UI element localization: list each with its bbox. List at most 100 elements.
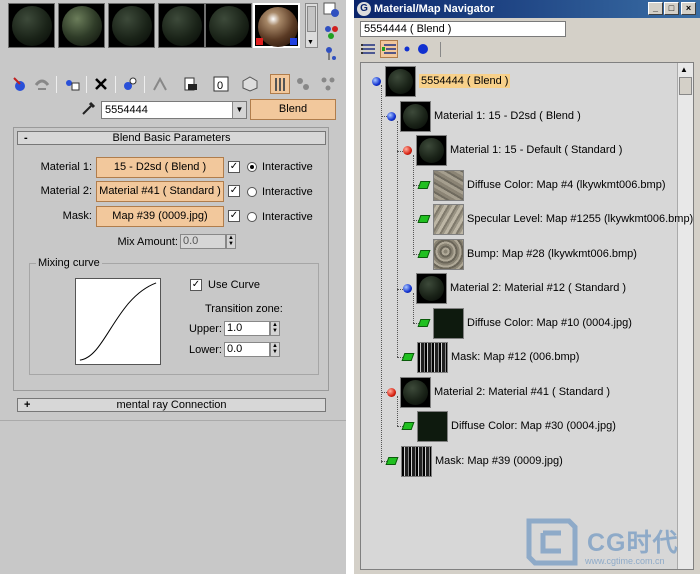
watermark-brand: CG时代 [587,529,679,557]
mixing-curve-group [29,263,319,375]
material2-enable-checkbox[interactable]: ✓ [228,185,240,197]
maximize-button[interactable]: □ [664,2,679,15]
map-icon [385,457,399,465]
sample-type-icon[interactable] [323,2,341,18]
view-large-icons-icon[interactable] [416,42,430,56]
tree-scrollbar[interactable]: ▲ [677,63,693,569]
texture-thumbnail [417,341,448,373]
material-thumbnail [416,272,447,304]
go-forward-to-sibling-icon[interactable] [293,74,313,94]
tree-node-material2-mat41[interactable]: Material 2: Material #41 ( Standard ) [387,376,610,408]
tree-node-specular-map1255[interactable]: Specular Level: Map #1255 (lkywkmt006.bm… [417,203,694,235]
material2-label: Material 2: [40,185,92,197]
sample-slots-scrollbar[interactable]: ▼ [305,3,318,48]
tree-node-mask-map39[interactable]: Mask: Map #39 (0009.jpg) [385,445,563,477]
texture-thumbnail [433,307,464,339]
show-map-in-viewport-icon[interactable]: 0 [211,74,231,94]
eyedropper-icon[interactable] [80,99,98,117]
backlight-icon[interactable] [323,24,341,40]
navigator-app-icon: G [357,2,371,16]
material2-interactive-radio[interactable] [247,187,257,197]
material-bullet-icon [372,76,381,86]
view-list-icon[interactable] [360,42,378,58]
minimize-button[interactable]: _ [648,2,663,15]
expand-sign: + [24,399,31,411]
get-material-icon[interactable] [10,74,30,94]
background-icon[interactable] [323,46,341,62]
put-to-library-icon[interactable] [150,74,170,94]
pick-from-object-icon[interactable] [318,74,338,94]
tree-node-diffuse-map30[interactable]: Diffuse Color: Map #30 (0004.jpg) [401,410,616,442]
lower-field[interactable]: 0.0 [224,342,270,357]
sample-slot-5[interactable] [205,3,252,48]
material1-label: Material 1: [40,161,92,173]
tree-node-label: Mask: Map #12 (006.bmp) [451,351,580,363]
chevron-down-icon[interactable]: ▼ [232,102,246,118]
use-curve-label: Use Curve [208,279,260,291]
texture-thumbnail [433,238,464,270]
tree-node-root[interactable]: 5554444 ( Blend ) [372,65,511,97]
mask-label: Mask: [62,210,92,222]
material-map-navigator: G Material/Map Navigator _ □ × 5554444 (… [354,0,700,574]
close-button[interactable]: × [681,2,696,15]
mix-amount-field[interactable]: 0.0 [180,234,226,249]
navigator-name-field[interactable]: 5554444 ( Blend ) [360,21,566,37]
tree-node-material1[interactable]: Material 1: 15 - D2sd ( Blend ) [387,100,581,132]
interactive-label-3: Interactive [262,211,313,223]
upper-label: Upper: [188,323,222,335]
sample-slot-6-selected[interactable] [253,3,300,48]
view-list-icons-icon[interactable] [380,40,398,58]
tree-node-label: Material 1: 15 - D2sd ( Blend ) [434,110,581,122]
texture-thumbnail [417,410,448,442]
upper-field[interactable]: 1.0 [224,321,270,336]
go-to-parent-icon[interactable] [270,74,290,94]
lower-spinner[interactable]: ▲ ▼ [270,342,280,357]
texture-thumbnail [433,203,464,235]
material-name-combo[interactable]: 5554444 ▼ [101,101,247,119]
put-to-scene-icon[interactable] [32,74,52,94]
tree-node-bump-map28[interactable]: Bump: Map #28 (lkywkmt006.bmp) [417,238,637,270]
map-icon [417,319,431,327]
make-copy-icon[interactable] [62,74,82,94]
material-effects-channel-icon[interactable] [181,74,201,94]
material1-button[interactable]: 15 - D2sd ( Blend ) [96,157,224,178]
use-curve-checkbox[interactable]: ✓ [190,279,202,291]
mask-map-button[interactable]: Map #39 (0009.jpg) [96,206,224,227]
tree-node-label: Specular Level: Map #1255 (lkywkmt006.bm… [467,213,694,225]
tree-node-label: Material 2: Material #41 ( Standard ) [434,386,611,398]
map-icon [401,353,415,361]
sample-slot-2[interactable] [58,3,105,48]
navigator-title: Material/Map Navigator [374,3,495,15]
mental-ray-rollout-header[interactable]: + mental ray Connection [17,398,326,412]
material1-interactive-radio[interactable] [247,162,257,172]
make-unique-icon[interactable] [120,74,140,94]
material-editor: ▼ 0 5554444 ▼ Blend - Blend Basic Parame… [0,0,346,574]
upper-spinner[interactable]: ▲ ▼ [270,321,280,336]
sample-slot-4[interactable] [158,3,205,48]
material2-button[interactable]: Material #41 ( Standard ) [96,181,224,202]
sample-slot-1[interactable] [8,3,55,48]
tree-node-diffuse-map10[interactable]: Diffuse Color: Map #10 (0004.jpg) [417,307,632,339]
mask-interactive-radio[interactable] [247,212,257,222]
view-small-icons-icon[interactable] [402,44,412,54]
tree-node-mask-map12[interactable]: Mask: Map #12 (006.bmp) [401,341,580,373]
mix-amount-spinner[interactable]: ▲ ▼ [226,234,236,249]
cgtime-watermark: CG时代 www.cgtime.com.cn [525,517,695,572]
tree-node-label: 5554444 ( Blend ) [419,74,511,88]
show-end-result-icon[interactable] [240,74,260,94]
navigator-title-bar[interactable]: G Material/Map Navigator _ □ × [354,0,700,18]
tree-node-material2-mat12[interactable]: Material 2: Material #12 ( Standard ) [403,272,626,304]
map-icon [417,250,431,258]
material-type-button[interactable]: Blend [250,99,336,120]
material-thumbnail [400,376,431,408]
tree-node-material1-default[interactable]: Material 1: 15 - Default ( Standard ) [403,134,622,166]
tree-node-diffuse-map4[interactable]: Diffuse Color: Map #4 (lkywkmt006.bmp) [417,169,665,201]
mask-enable-checkbox[interactable]: ✓ [228,210,240,222]
tree-node-label: Diffuse Color: Map #10 (0004.jpg) [467,317,632,329]
material1-enable-checkbox[interactable]: ✓ [228,161,240,173]
sample-slot-3[interactable] [108,3,155,48]
blend-rollout-header[interactable]: - Blend Basic Parameters [17,131,326,145]
material-bullet-icon [387,111,396,121]
texture-thumbnail [401,445,432,477]
reset-map-icon[interactable] [91,74,111,94]
